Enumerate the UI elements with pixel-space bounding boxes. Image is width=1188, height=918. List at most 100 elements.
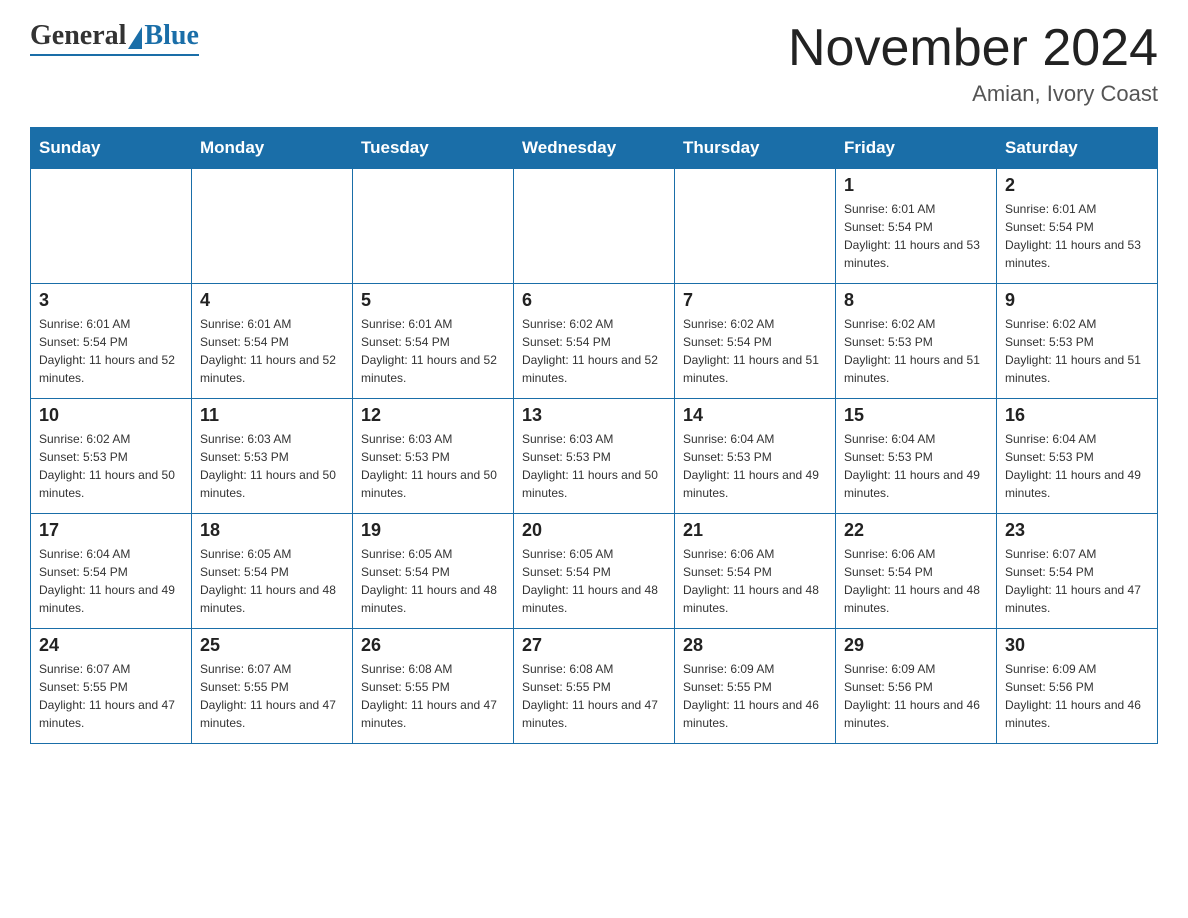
calendar-week-row: 3 Sunrise: 6:01 AMSunset: 5:54 PMDaylight… — [31, 284, 1158, 399]
day-info: Sunrise: 6:08 AMSunset: 5:55 PMDaylight:… — [361, 660, 505, 732]
calendar-cell: 26 Sunrise: 6:08 AMSunset: 5:55 PMDayligh… — [353, 629, 514, 744]
calendar-cell: 13 Sunrise: 6:03 AMSunset: 5:53 PMDayligh… — [514, 399, 675, 514]
calendar-header-row: SundayMondayTuesdayWednesdayThursdayFrid… — [31, 128, 1158, 169]
calendar-cell — [31, 169, 192, 284]
day-info: Sunrise: 6:07 AMSunset: 5:54 PMDaylight:… — [1005, 545, 1149, 617]
day-number: 17 — [39, 520, 183, 541]
calendar-cell: 23 Sunrise: 6:07 AMSunset: 5:54 PMDayligh… — [997, 514, 1158, 629]
day-info: Sunrise: 6:03 AMSunset: 5:53 PMDaylight:… — [200, 430, 344, 502]
day-number: 29 — [844, 635, 988, 656]
calendar-cell: 29 Sunrise: 6:09 AMSunset: 5:56 PMDayligh… — [836, 629, 997, 744]
day-info: Sunrise: 6:02 AMSunset: 5:53 PMDaylight:… — [844, 315, 988, 387]
day-number: 13 — [522, 405, 666, 426]
calendar-cell — [514, 169, 675, 284]
calendar-week-row: 1Sunrise: 6:01 AMSunset: 5:54 PMDaylight… — [31, 169, 1158, 284]
day-of-week-header: Saturday — [997, 128, 1158, 169]
day-number: 2 — [1005, 175, 1149, 196]
day-info: Sunrise: 6:09 AMSunset: 5:55 PMDaylight:… — [683, 660, 827, 732]
logo-blue-text: Blue — [144, 20, 198, 52]
calendar-table: SundayMondayTuesdayWednesdayThursdayFrid… — [30, 127, 1158, 744]
calendar-cell — [192, 169, 353, 284]
calendar-cell: 10 Sunrise: 6:02 AMSunset: 5:53 PMDayligh… — [31, 399, 192, 514]
calendar-cell: 6 Sunrise: 6:02 AMSunset: 5:54 PMDaylight… — [514, 284, 675, 399]
day-info: Sunrise: 6:08 AMSunset: 5:55 PMDaylight:… — [522, 660, 666, 732]
calendar-cell: 11 Sunrise: 6:03 AMSunset: 5:53 PMDayligh… — [192, 399, 353, 514]
day-info: Sunrise: 6:04 AMSunset: 5:53 PMDaylight:… — [1005, 430, 1149, 502]
logo-general-text: General — [30, 20, 126, 52]
day-number: 10 — [39, 405, 183, 426]
page-header: General Blue November 2024 Amian, Ivory … — [30, 20, 1158, 107]
calendar-cell — [675, 169, 836, 284]
day-number: 15 — [844, 405, 988, 426]
month-title: November 2024 — [788, 20, 1158, 77]
day-number: 24 — [39, 635, 183, 656]
day-info: Sunrise: 6:01 AMSunset: 5:54 PMDaylight:… — [844, 200, 988, 272]
calendar-cell: 12Sunrise: 6:03 AMSunset: 5:53 PMDayligh… — [353, 399, 514, 514]
day-number: 28 — [683, 635, 827, 656]
day-info: Sunrise: 6:03 AMSunset: 5:53 PMDaylight:… — [522, 430, 666, 502]
day-info: Sunrise: 6:01 AMSunset: 5:54 PMDaylight:… — [1005, 200, 1149, 272]
calendar-cell: 1Sunrise: 6:01 AMSunset: 5:54 PMDaylight… — [836, 169, 997, 284]
calendar-cell: 25 Sunrise: 6:07 AMSunset: 5:55 PMDayligh… — [192, 629, 353, 744]
day-number: 19 — [361, 520, 505, 541]
day-number: 21 — [683, 520, 827, 541]
calendar-week-row: 10 Sunrise: 6:02 AMSunset: 5:53 PMDayligh… — [31, 399, 1158, 514]
day-info: Sunrise: 6:01 AMSunset: 5:54 PMDaylight:… — [361, 315, 505, 387]
day-info: Sunrise: 6:04 AMSunset: 5:53 PMDaylight:… — [683, 430, 827, 502]
location-title: Amian, Ivory Coast — [788, 81, 1158, 107]
day-number: 3 — [39, 290, 183, 311]
calendar-cell: 24 Sunrise: 6:07 AMSunset: 5:55 PMDayligh… — [31, 629, 192, 744]
day-info: Sunrise: 6:02 AMSunset: 5:53 PMDaylight:… — [1005, 315, 1149, 387]
calendar-cell: 30 Sunrise: 6:09 AMSunset: 5:56 PMDayligh… — [997, 629, 1158, 744]
calendar-cell: 19 Sunrise: 6:05 AMSunset: 5:54 PMDayligh… — [353, 514, 514, 629]
day-of-week-header: Sunday — [31, 128, 192, 169]
calendar-cell: 27 Sunrise: 6:08 AMSunset: 5:55 PMDayligh… — [514, 629, 675, 744]
day-number: 16 — [1005, 405, 1149, 426]
logo-triangle-icon — [128, 27, 142, 49]
day-number: 6 — [522, 290, 666, 311]
day-info: Sunrise: 6:07 AMSunset: 5:55 PMDaylight:… — [39, 660, 183, 732]
day-info: Sunrise: 6:04 AMSunset: 5:53 PMDaylight:… — [844, 430, 988, 502]
calendar-cell: 20Sunrise: 6:05 AMSunset: 5:54 PMDayligh… — [514, 514, 675, 629]
day-of-week-header: Wednesday — [514, 128, 675, 169]
day-of-week-header: Friday — [836, 128, 997, 169]
calendar-week-row: 17Sunrise: 6:04 AMSunset: 5:54 PMDayligh… — [31, 514, 1158, 629]
day-info: Sunrise: 6:01 AMSunset: 5:54 PMDaylight:… — [200, 315, 344, 387]
day-info: Sunrise: 6:02 AMSunset: 5:54 PMDaylight:… — [683, 315, 827, 387]
day-info: Sunrise: 6:02 AMSunset: 5:54 PMDaylight:… — [522, 315, 666, 387]
day-of-week-header: Monday — [192, 128, 353, 169]
day-number: 25 — [200, 635, 344, 656]
calendar-cell: 2 Sunrise: 6:01 AMSunset: 5:54 PMDaylight… — [997, 169, 1158, 284]
logo: General Blue — [30, 20, 199, 56]
day-number: 14 — [683, 405, 827, 426]
day-number: 22 — [844, 520, 988, 541]
day-info: Sunrise: 6:05 AMSunset: 5:54 PMDaylight:… — [522, 545, 666, 617]
calendar-week-row: 24 Sunrise: 6:07 AMSunset: 5:55 PMDayligh… — [31, 629, 1158, 744]
calendar-cell: 8 Sunrise: 6:02 AMSunset: 5:53 PMDaylight… — [836, 284, 997, 399]
day-number: 4 — [200, 290, 344, 311]
day-of-week-header: Tuesday — [353, 128, 514, 169]
day-number: 12 — [361, 405, 505, 426]
title-area: November 2024 Amian, Ivory Coast — [788, 20, 1158, 107]
day-number: 30 — [1005, 635, 1149, 656]
day-info: Sunrise: 6:05 AMSunset: 5:54 PMDaylight:… — [200, 545, 344, 617]
day-info: Sunrise: 6:02 AMSunset: 5:53 PMDaylight:… — [39, 430, 183, 502]
calendar-cell: 7Sunrise: 6:02 AMSunset: 5:54 PMDaylight… — [675, 284, 836, 399]
day-info: Sunrise: 6:09 AMSunset: 5:56 PMDaylight:… — [1005, 660, 1149, 732]
day-info: Sunrise: 6:05 AMSunset: 5:54 PMDaylight:… — [361, 545, 505, 617]
day-of-week-header: Thursday — [675, 128, 836, 169]
day-number: 8 — [844, 290, 988, 311]
day-info: Sunrise: 6:09 AMSunset: 5:56 PMDaylight:… — [844, 660, 988, 732]
day-number: 26 — [361, 635, 505, 656]
day-number: 9 — [1005, 290, 1149, 311]
calendar-cell: 18 Sunrise: 6:05 AMSunset: 5:54 PMDayligh… — [192, 514, 353, 629]
calendar-cell: 3Sunrise: 6:01 AMSunset: 5:54 PMDaylight… — [31, 284, 192, 399]
logo-underline — [30, 54, 199, 56]
day-number: 23 — [1005, 520, 1149, 541]
day-number: 11 — [200, 405, 344, 426]
calendar-cell: 17Sunrise: 6:04 AMSunset: 5:54 PMDayligh… — [31, 514, 192, 629]
day-info: Sunrise: 6:07 AMSunset: 5:55 PMDaylight:… — [200, 660, 344, 732]
calendar-cell: 16 Sunrise: 6:04 AMSunset: 5:53 PMDayligh… — [997, 399, 1158, 514]
day-number: 27 — [522, 635, 666, 656]
day-number: 18 — [200, 520, 344, 541]
